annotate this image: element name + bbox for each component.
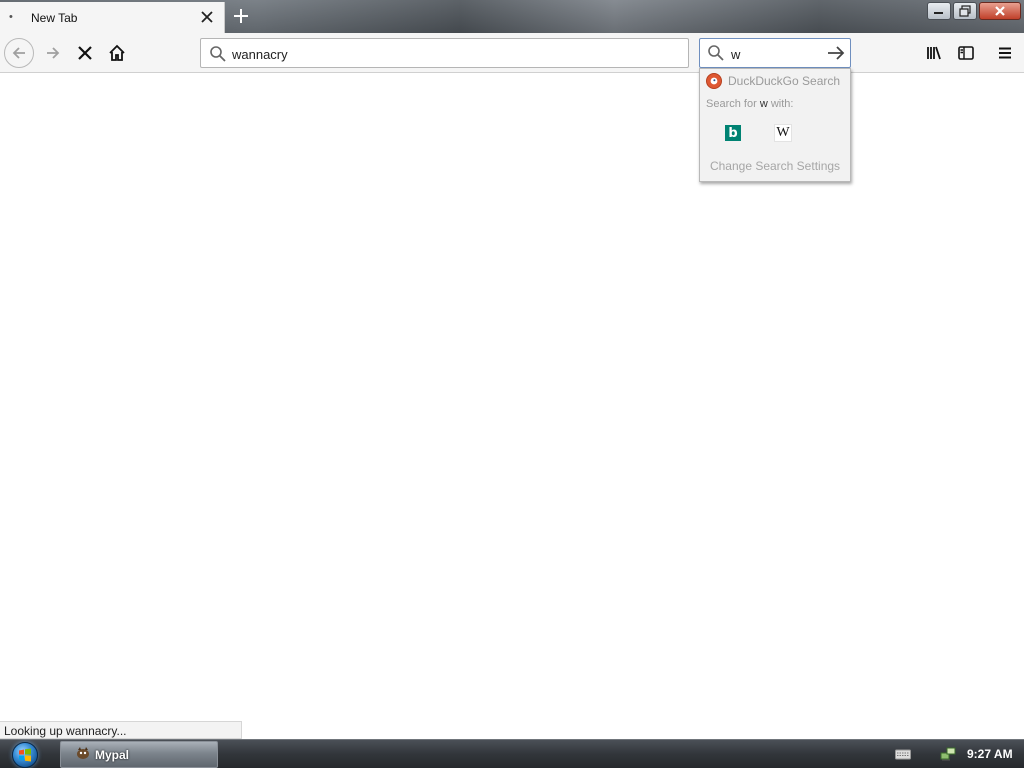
current-engine-name: DuckDuckGo Search: [728, 74, 841, 88]
mypal-app-icon: [75, 745, 91, 764]
menu-button[interactable]: [992, 40, 1018, 66]
search-term: w: [759, 98, 768, 110]
back-button[interactable]: [4, 38, 34, 68]
wikipedia-icon: W: [774, 124, 792, 142]
forward-button[interactable]: [40, 40, 66, 66]
url-input[interactable]: wannacry: [232, 47, 288, 62]
maximize-button[interactable]: [953, 2, 977, 20]
current-engine-header[interactable]: DuckDuckGo Search: [706, 73, 840, 89]
wikipedia-engine-button[interactable]: W: [766, 119, 800, 147]
minimize-button[interactable]: [927, 2, 951, 20]
bing-icon: b: [725, 125, 741, 141]
start-button[interactable]: [8, 741, 42, 768]
hamburger-menu-icon: [999, 47, 1011, 59]
clock[interactable]: 9:27 AM: [967, 747, 1013, 761]
taskbar: Mypal 9:27 AM: [0, 739, 1024, 768]
new-tab-plus-icon[interactable]: [230, 5, 252, 27]
navigation-toolbar: wannacry w: [0, 33, 1024, 73]
taskbar-app-label: Mypal: [95, 747, 130, 762]
keyboard-icon[interactable]: [895, 748, 911, 763]
close-window-button[interactable]: [979, 2, 1021, 20]
tab-title: New Tab: [31, 11, 78, 25]
network-icon[interactable]: [940, 746, 958, 765]
duckduckgo-icon: [706, 73, 722, 89]
search-go-arrow-icon[interactable]: [826, 44, 846, 65]
library-button[interactable]: [921, 40, 947, 66]
one-off-engines: b W: [706, 119, 844, 147]
change-search-settings-button[interactable]: Change Search Settings: [700, 159, 850, 173]
sidebar-icon: [958, 46, 974, 60]
home-icon: [109, 44, 125, 61]
library-icon: [927, 46, 941, 60]
search-for-label: Search for w with:: [706, 98, 794, 110]
window-controls: [927, 2, 1021, 20]
back-arrow-icon: [12, 47, 25, 59]
home-button[interactable]: [104, 40, 130, 66]
stop-button[interactable]: [72, 40, 98, 66]
tab-loading-indicator: •: [9, 11, 13, 23]
tab-new-tab[interactable]: • New Tab: [0, 2, 225, 33]
url-bar[interactable]: wannacry: [200, 38, 689, 68]
search-input[interactable]: w: [731, 47, 740, 62]
page-content: [0, 74, 1024, 739]
sidebar-button[interactable]: [953, 40, 979, 66]
forward-arrow-icon: [47, 47, 60, 59]
search-icon: [707, 44, 725, 65]
bing-engine-button[interactable]: b: [716, 119, 750, 147]
windows-logo-icon: [12, 742, 38, 768]
tab-close-icon[interactable]: [198, 8, 216, 26]
stop-icon: [78, 46, 92, 60]
search-bar[interactable]: w: [699, 38, 851, 68]
taskbar-app-mypal[interactable]: Mypal: [60, 741, 218, 768]
status-panel: Looking up wannacry...: [0, 721, 242, 739]
search-suggestion-popup: DuckDuckGo Search Search for w with: b W…: [699, 68, 851, 182]
search-icon: [209, 45, 227, 66]
